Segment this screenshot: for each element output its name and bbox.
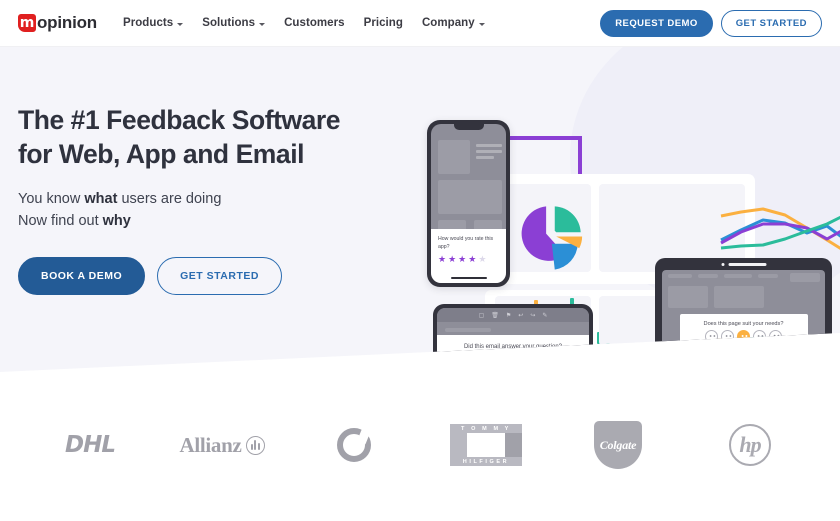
laptop-body: Does this page suit your needs? (655, 258, 832, 371)
forward-icon[interactable]: ↪ (530, 312, 535, 319)
header-get-started-button[interactable]: GET STARTED (720, 9, 822, 37)
email-feedback-form: Did this email answer your question? 👎 👍 (437, 335, 589, 372)
archive-icon[interactable]: ▢ (479, 312, 485, 319)
colgate-shield-icon: Colgate (594, 421, 642, 469)
phone-question: How would you rate this app? (438, 236, 494, 250)
star-icon[interactable]: ★ (448, 255, 456, 264)
allianz-wordmark: Allianz (179, 432, 242, 457)
speaker-line (728, 262, 766, 266)
hero-sub-1c: users are doing (117, 190, 222, 207)
laptop-mockup: Does this page suit your needs? (647, 258, 840, 372)
star-icon[interactable]: ★ (468, 255, 476, 264)
thumbs-down-icon[interactable]: 👎 (494, 353, 509, 365)
tommy-top-label: T O M M Y (450, 424, 522, 433)
hero-sub-2b: why (102, 213, 131, 230)
hero-get-started-button[interactable]: GET STARTED (157, 256, 282, 295)
hero-title-line-2: for Web, App and Email (18, 138, 305, 169)
colgate-wordmark: Colgate (599, 437, 637, 452)
nav-item-customers[interactable]: Customers (284, 17, 345, 29)
email-screen: ▢ 🗑 ⚑ ↩ ↪ ✎ Did this email answer your q… (437, 308, 589, 372)
smiley-icon[interactable] (769, 330, 782, 343)
thumbs-up-icon[interactable]: 👍 (518, 353, 533, 365)
chevron-down-icon (259, 22, 266, 26)
laptop-question: Does this page suit your needs? (703, 321, 784, 327)
camera-icon (721, 262, 724, 266)
chevron-down-icon (478, 22, 485, 26)
hp-logo[interactable]: hp (696, 417, 804, 473)
site-header: m opinion Products Solutions Customers P… (0, 0, 840, 47)
header-actions: REQUEST DEMO GET STARTED (600, 9, 822, 37)
hero-title-line-1: The #1 Feedback Software (18, 105, 341, 135)
hero-copy: The #1 Feedback Software for Web, App an… (18, 104, 398, 295)
hero-illustration: How would you rate this app? ★ ★ ★ ★ ★ ▢… (415, 62, 840, 372)
line-chart (720, 207, 840, 252)
smiley-rating[interactable] (705, 330, 782, 343)
dhl-wordmark: DHL (65, 432, 116, 458)
nav-label: Solutions (202, 17, 256, 29)
thumbs-rating[interactable]: 👎 👍 (494, 353, 533, 365)
request-demo-button[interactable]: REQUEST DEMO (600, 9, 713, 37)
smiley-icon[interactable] (721, 330, 734, 343)
phone-screen: How would you rate this app? ★ ★ ★ ★ ★ (431, 124, 506, 283)
email-question: Did this email answer your question? (463, 343, 563, 350)
phone-home-indicator (450, 277, 487, 279)
nav-label: Products (122, 17, 174, 29)
hp-mark-icon: hp (729, 424, 771, 466)
star-rating[interactable]: ★ ★ ★ ★ ★ (438, 255, 499, 264)
book-a-demo-button[interactable]: BOOK A DEMO (18, 256, 146, 295)
phone-feedback-form: How would you rate this app? ★ ★ ★ ★ ★ (431, 229, 506, 283)
hero-section: The #1 Feedback Software for Web, App an… (0, 47, 840, 372)
landing-page: m opinion Products Solutions Customers P… (0, 0, 840, 521)
laptop-camera-bar (721, 262, 766, 266)
reply-icon[interactable]: ↩ (518, 312, 523, 319)
colgate-logo[interactable]: Colgate (564, 417, 672, 473)
nav-item-solutions[interactable]: Solutions (202, 17, 266, 29)
phone-mockup: How would you rate this app? ★ ★ ★ ★ ★ (427, 120, 510, 287)
email-mockup: ▢ 🗑 ⚑ ↩ ↪ ✎ Did this email answer your q… (433, 304, 593, 372)
dhl-logo[interactable]: DHL (36, 417, 144, 473)
smiley-icon[interactable] (753, 330, 766, 343)
mopinion-logo[interactable]: m opinion (18, 13, 97, 33)
trash-icon[interactable]: 🗑 (491, 312, 499, 319)
allianz-logo[interactable]: Allianz (168, 417, 276, 473)
star-icon[interactable]: ★ (438, 255, 446, 264)
allianz-mark-icon (245, 435, 265, 455)
hero-sub-2a: Now find out (18, 213, 103, 230)
nav-item-company[interactable]: Company (422, 17, 485, 29)
laptop-feedback-form: Does this page suit your needs? (679, 314, 808, 350)
vodafone-logo[interactable] (300, 417, 408, 473)
chevron-down-icon (177, 22, 184, 26)
hp-wordmark: hp (739, 432, 761, 457)
hero-subtitle: You know what users are doing Now find o… (18, 188, 398, 233)
tommy-bottom-label: HILFIGER (450, 457, 522, 466)
hero-sub-1b: what (84, 190, 118, 207)
edit-icon[interactable]: ✎ (542, 312, 547, 319)
hero-cta-group: BOOK A DEMO GET STARTED (18, 256, 398, 295)
smiley-icon[interactable] (705, 330, 718, 343)
customer-logos: DHL Allianz T O M M Y HILFIGER Colgate h… (0, 400, 840, 490)
tommy-hilfiger-mark-icon: T O M M Y HILFIGER (450, 424, 522, 466)
email-toolbar: ▢ 🗑 ⚑ ↩ ↪ ✎ (437, 308, 589, 322)
star-icon[interactable]: ★ (458, 255, 466, 264)
smiley-icon-selected[interactable] (737, 330, 750, 343)
logo-mark-icon: m (18, 14, 36, 32)
star-icon[interactable]: ★ (478, 255, 486, 264)
logo-wordmark: opinion (37, 13, 97, 32)
vodafone-mark-icon (337, 428, 371, 462)
pie-chart (521, 206, 583, 270)
flag-icon[interactable]: ⚑ (506, 312, 511, 319)
nav-item-pricing[interactable]: Pricing (364, 17, 403, 29)
nav-label: Customers (284, 17, 345, 29)
hero-sub-1a: You know (18, 190, 85, 207)
main-navigation: Products Solutions Customers Pricing Com… (123, 17, 485, 29)
page-title: The #1 Feedback Software for Web, App an… (18, 104, 398, 172)
laptop-screen: Does this page suit your needs? (662, 270, 825, 368)
nav-item-products[interactable]: Products (122, 17, 184, 29)
nav-label: Pricing (363, 17, 403, 29)
nav-label: Company (421, 17, 475, 29)
phone-notch (453, 124, 484, 130)
tommy-hilfiger-logo[interactable]: T O M M Y HILFIGER (432, 417, 540, 473)
